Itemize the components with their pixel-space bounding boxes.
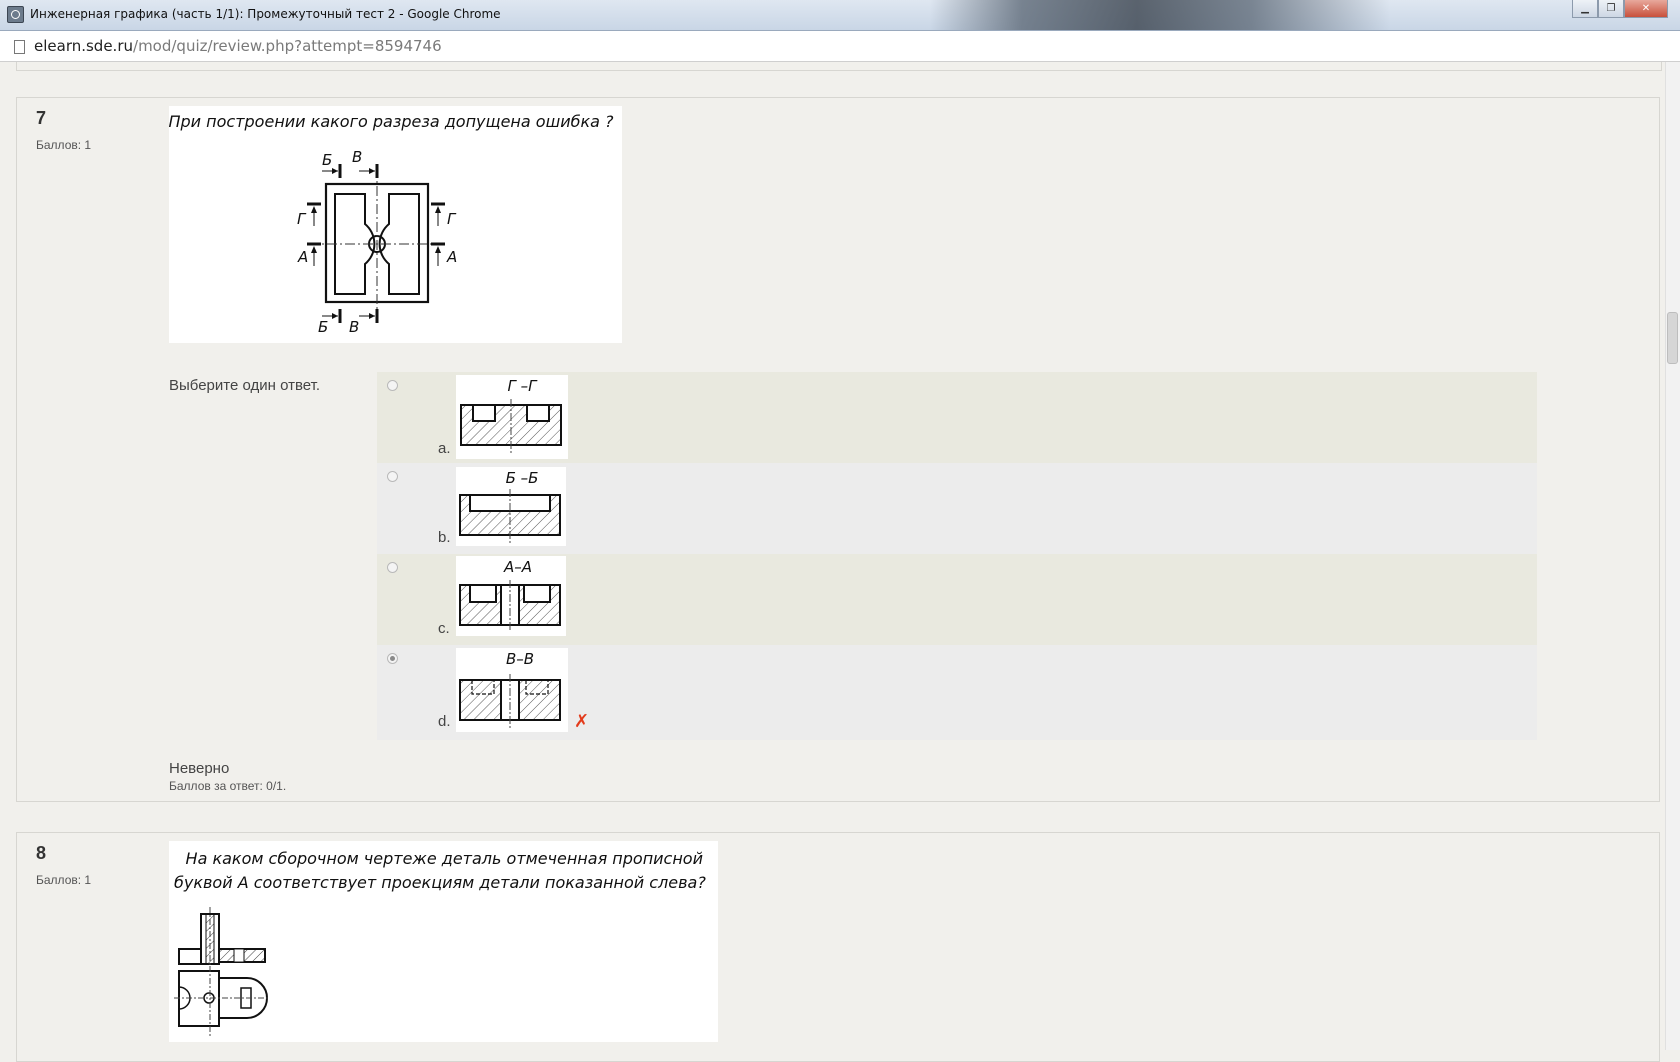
- question-mark: Баллов: 1: [36, 138, 92, 152]
- answer-letter-c: c.: [438, 620, 450, 637]
- answer-image-b: Б –Б: [456, 467, 566, 546]
- answer-prompt: Выберите один ответ.: [169, 377, 320, 394]
- question-text-line1: На каком сборочном чертеже деталь отмече…: [186, 849, 703, 868]
- url-path: /mod/quiz/review.php?attempt=8594746: [133, 37, 442, 55]
- question-number: 7: [36, 108, 47, 128]
- answer-option-a[interactable]: a. Г –Г: [377, 372, 1537, 463]
- question-8: 8 Баллов: 1 На каком сборочном чертеже д…: [16, 832, 1660, 1062]
- section-label: А–А: [503, 558, 532, 576]
- label-a-right: А: [446, 248, 457, 266]
- previous-question-box: [16, 62, 1662, 71]
- answer-image-d: В–В: [456, 648, 568, 732]
- window-controls: ▁ ❐ ✕: [1572, 0, 1668, 18]
- label-g-right: Г: [447, 210, 457, 228]
- scrollbar-thumb[interactable]: [1667, 312, 1678, 364]
- question-text-line2: буквой А соответствует проекциям детали …: [174, 873, 706, 892]
- section-label: Б –Б: [506, 469, 539, 487]
- question-outcome-mark: Баллов за ответ: 0/1.: [169, 779, 287, 793]
- window-title: Инженерная графика (часть 1/1): Промежут…: [30, 7, 501, 21]
- question-text: При построении какого разреза допущена о…: [169, 112, 614, 131]
- answer-option-b[interactable]: b. Б –Б: [377, 463, 1537, 554]
- question-outcome: Неверно: [169, 760, 230, 777]
- page-icon: [14, 40, 25, 54]
- label-a-left: А: [297, 248, 308, 266]
- answer-radio-a[interactable]: [387, 380, 398, 391]
- answer-letter-b: b.: [438, 529, 451, 546]
- answer-option-d[interactable]: d. В–В ✗: [377, 645, 1537, 740]
- answer-image-a: Г –Г: [456, 375, 568, 459]
- answer-radio-d[interactable]: [387, 653, 398, 664]
- question-image: На каком сборочном чертеже деталь отмече…: [169, 841, 718, 1042]
- url-field[interactable]: elearn.sde.ru/mod/quiz/review.php?attemp…: [34, 37, 442, 55]
- section-label: В–В: [506, 650, 534, 668]
- answer-option-c[interactable]: c. А–А: [377, 554, 1537, 645]
- url-host: elearn.sde.ru: [34, 37, 134, 55]
- address-bar[interactable]: elearn.sde.ru/mod/quiz/review.php?attemp…: [0, 31, 1680, 62]
- restore-button[interactable]: ❐: [1598, 0, 1624, 18]
- titlebar-background-art: [930, 0, 1390, 30]
- question-image: При построении какого разреза допущена о…: [169, 106, 622, 343]
- incorrect-icon: ✗: [574, 711, 590, 731]
- page-scrollbar[interactable]: [1665, 62, 1680, 1050]
- label-v-bottom: В: [349, 318, 359, 336]
- label-v-top: В: [352, 148, 362, 166]
- answer-letter-d: d.: [438, 713, 451, 730]
- answer-letter-a: a.: [438, 440, 451, 457]
- chrome-app-icon[interactable]: [7, 6, 24, 23]
- label-b-top: Б: [322, 151, 332, 169]
- label-b-bottom: Б: [318, 318, 328, 336]
- answer-image-c: А–А: [456, 556, 566, 636]
- question-number: 8: [36, 843, 47, 863]
- window-titlebar: Инженерная графика (часть 1/1): Промежут…: [0, 0, 1680, 31]
- minimize-button[interactable]: ▁: [1572, 0, 1598, 18]
- close-button[interactable]: ✕: [1624, 0, 1668, 18]
- label-g-left: Г: [297, 210, 307, 228]
- answer-radio-c[interactable]: [387, 562, 398, 573]
- question-mark: Баллов: 1: [36, 873, 92, 887]
- section-label: Г –Г: [508, 377, 539, 395]
- question-7: 7 Баллов: 1 При построении какого разрез…: [16, 97, 1660, 802]
- assembly-drawing: На каком сборочном чертеже деталь отмече…: [174, 849, 706, 1036]
- answer-radio-b[interactable]: [387, 471, 398, 482]
- section-drawing: При построении какого разреза допущена о…: [169, 112, 614, 336]
